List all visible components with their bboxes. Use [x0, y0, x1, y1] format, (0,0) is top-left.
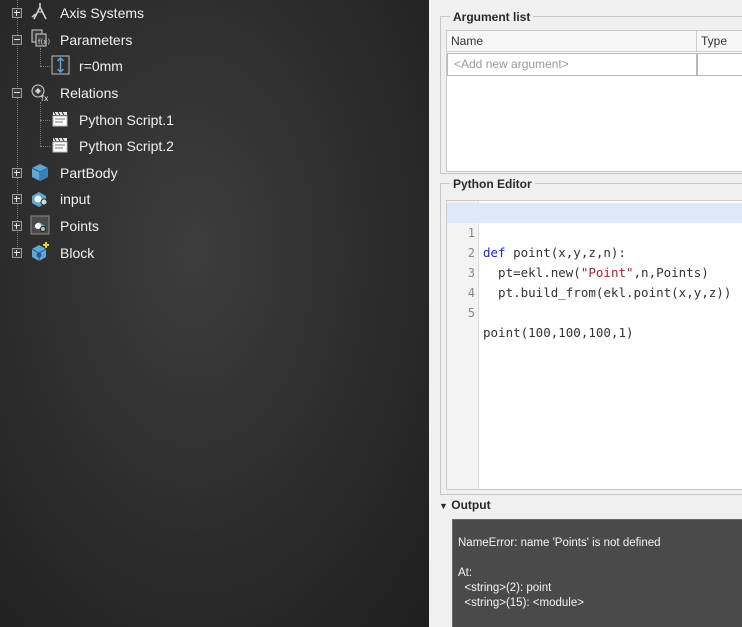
tree-node-partbody[interactable]: PartBody — [0, 160, 200, 186]
output-console[interactable]: NameError: name 'Points' is not defined … — [452, 519, 742, 627]
code-line-3[interactable]: 3 pt.build_from(ekl.point(x,y,z)) — [447, 243, 742, 300]
code-line-2[interactable]: 2 pt=ekl.new("Point",n,Points) — [447, 223, 742, 280]
tree-node-python-script-1[interactable]: Python Script.1 — [0, 107, 200, 133]
tree-node-input[interactable]: input — [0, 186, 200, 212]
argument-table[interactable]: Name Type <Add new argument> — [446, 30, 742, 172]
expand-toggle[interactable] — [12, 248, 22, 258]
collapse-toggle[interactable] — [12, 35, 22, 45]
script-editor-panel: Argument list Name Type <Add new argumen… — [429, 0, 742, 627]
tree-node-label: Relations — [60, 85, 119, 101]
tree-node-python-script-2[interactable]: Python Script.2 — [0, 133, 200, 159]
argument-type-cell[interactable] — [697, 53, 742, 76]
python-code-editor[interactable]: 1 def point(x,y,z,n): 2 pt=ekl.new("Poin… — [446, 200, 742, 490]
tree-node-r-parameter[interactable]: r=0mm — [0, 53, 200, 79]
code-line-4[interactable]: 4 — [447, 263, 742, 300]
length-parameter-icon — [50, 54, 72, 76]
tree-node-label: Python Script.2 — [79, 138, 174, 154]
svg-text:f(x): f(x) — [38, 38, 50, 46]
tree-node-label: PartBody — [60, 165, 118, 181]
script-icon — [50, 108, 72, 130]
output-title: Output — [451, 498, 491, 512]
argument-list-title: Argument list — [450, 10, 534, 24]
tree-node-relations[interactable]: fx Relations — [0, 80, 200, 106]
column-header-name[interactable]: Name — [447, 31, 697, 52]
geometrical-set-icon — [29, 214, 51, 236]
line-number: 5 — [467, 306, 475, 320]
geometrical-set-icon — [29, 187, 51, 209]
tree-node-label: Points — [60, 218, 99, 234]
expand-toggle[interactable] — [12, 168, 22, 178]
svg-text:fx: fx — [41, 94, 49, 103]
code-line-5[interactable]: 5 point(100,100,100,1) — [447, 283, 742, 340]
output-line: <string>(2): point — [458, 582, 552, 594]
tree-node-label: r=0mm — [79, 58, 123, 74]
script-icon — [50, 134, 72, 156]
axis-systems-icon — [29, 1, 51, 23]
expand-toggle[interactable] — [12, 221, 22, 231]
partbody-icon — [29, 161, 51, 183]
tree-node-parameters[interactable]: f(x) Parameters — [0, 27, 200, 53]
output-line: NameError: name 'Points' is not defined — [458, 537, 661, 549]
tree-node-axis-systems[interactable]: Axis Systems — [0, 0, 200, 26]
tree-node-label: input — [60, 191, 91, 207]
tree-node-label: Axis Systems — [60, 5, 145, 21]
output-section-header[interactable]: ▼ Output — [439, 498, 491, 512]
tree-node-block[interactable]: Block — [0, 240, 200, 266]
tree-node-label: Parameters — [60, 32, 133, 48]
expand-toggle[interactable] — [12, 194, 22, 204]
output-line: <string>(15): <module> — [458, 597, 584, 609]
code-text: point(100,100,100,1) — [483, 325, 634, 340]
collapse-toggle[interactable] — [12, 88, 22, 98]
output-line: At: — [458, 567, 473, 579]
add-argument-cell[interactable]: <Add new argument> — [447, 53, 697, 76]
tree-node-points[interactable]: Points — [0, 213, 200, 239]
tree-node-label: Block — [60, 245, 95, 261]
collapse-triangle-icon[interactable]: ▼ — [439, 501, 448, 511]
relations-icon: fx — [29, 81, 51, 103]
expand-toggle[interactable] — [12, 8, 22, 18]
specification-tree: Axis Systems f(x) Parameters r=0mm fx Re… — [0, 0, 429, 627]
block-icon — [29, 241, 51, 263]
tree-node-label: Python Script.1 — [79, 112, 174, 128]
column-header-type[interactable]: Type — [697, 31, 742, 52]
python-editor-title: Python Editor — [450, 177, 535, 191]
code-line-1[interactable]: 1 def point(x,y,z,n): — [447, 203, 742, 260]
parameters-icon: f(x) — [29, 28, 51, 50]
